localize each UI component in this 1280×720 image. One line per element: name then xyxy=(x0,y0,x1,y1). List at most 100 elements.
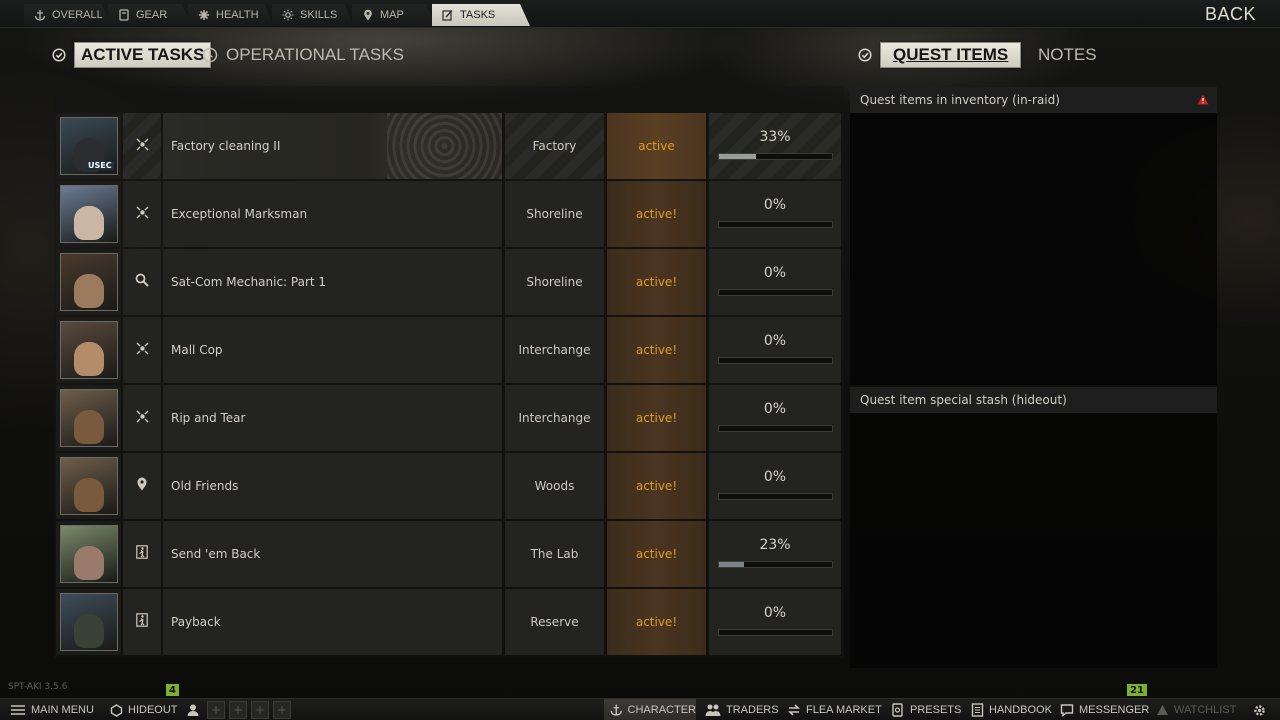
handbook-label: HANDBOOK xyxy=(989,704,1052,716)
task-name: Factory cleaning II xyxy=(171,139,281,153)
task-progress-bar xyxy=(717,357,833,364)
plus-icon: + xyxy=(210,703,222,717)
exchange-icon xyxy=(788,704,800,716)
presets-label: PRESETS xyxy=(910,704,962,716)
task-status: active! xyxy=(635,207,678,221)
task-location: Interchange xyxy=(518,343,591,357)
tab-operational-tasks[interactable]: OPERATIONAL TASKS xyxy=(202,42,404,68)
task-row[interactable]: Mall Cop Interchange active! 0% xyxy=(56,317,844,383)
trader-portrait-cell xyxy=(56,317,121,383)
plus-icon: + xyxy=(232,703,244,717)
task-location-cell: The Lab xyxy=(505,521,604,587)
plus-icon: + xyxy=(276,703,288,717)
task-row[interactable]: Send 'em Back The Lab active! 23% xyxy=(56,521,844,587)
tab-notes[interactable]: NOTES xyxy=(1038,42,1097,68)
presets-button[interactable]: PRESETS xyxy=(891,699,961,720)
task-progress-cell: 0% xyxy=(709,385,841,451)
task-progress-bar xyxy=(717,221,833,228)
task-status-cell: active! xyxy=(607,521,706,587)
task-row[interactable]: Exceptional Marksman Shoreline active! 0… xyxy=(56,181,844,247)
task-row[interactable]: Payback Reserve active! 0% xyxy=(56,589,844,655)
settings-button[interactable] xyxy=(1252,699,1267,720)
tab-gear[interactable]: GEAR xyxy=(108,4,192,26)
task-name-cell: Send 'em Back xyxy=(163,521,502,587)
quick-slot[interactable]: + xyxy=(229,701,247,719)
trader-portrait-cell xyxy=(56,453,121,519)
task-progress-bar xyxy=(717,629,833,636)
task-status: active! xyxy=(635,275,678,289)
operational-tasks-label: OPERATIONAL TASKS xyxy=(226,45,404,64)
tab-label: OVERALL xyxy=(52,9,103,21)
task-location: The Lab xyxy=(530,547,579,561)
trader-portrait-cell xyxy=(56,589,121,655)
flea-market-button[interactable]: FLEA MARKET xyxy=(787,699,882,720)
tab-label: SKILLS xyxy=(300,9,338,21)
quest-stash-grid[interactable] xyxy=(850,413,1217,668)
task-type-cell xyxy=(123,181,161,247)
task-progress-cell: 0% xyxy=(709,589,841,655)
task-progress-cell: 0% xyxy=(709,453,841,519)
tab-overall[interactable]: OVERALL xyxy=(24,4,112,26)
trader-portrait-cell xyxy=(56,385,121,451)
quest-inventory-title: Quest items in inventory (in-raid) xyxy=(860,93,1060,107)
trader-face xyxy=(73,478,104,512)
quick-slot[interactable]: + xyxy=(251,701,269,719)
handbook-button[interactable]: HANDBOOK xyxy=(971,699,1052,720)
hideout-button[interactable]: HIDEOUT xyxy=(110,699,178,720)
messenger-button[interactable]: MESSENGER xyxy=(1060,699,1149,720)
task-row[interactable]: Factory cleaning II Factory active 33% U… xyxy=(56,113,844,179)
tab-label: MAP xyxy=(380,9,404,21)
target-icon xyxy=(136,410,149,427)
task-status-cell: active! xyxy=(607,317,706,383)
tab-quest-items[interactable]: QUEST ITEMS xyxy=(858,42,1022,68)
task-status-cell: active! xyxy=(607,385,706,451)
task-name: Send 'em Back xyxy=(171,547,261,561)
trader-portrait-cell xyxy=(56,249,121,315)
character-button[interactable]: CHARACTER xyxy=(604,699,696,720)
task-name-cell: Exceptional Marksman xyxy=(163,181,502,247)
quest-inventory-grid[interactable] xyxy=(850,113,1217,385)
back-button[interactable]: BACK xyxy=(1205,4,1256,25)
tab-skills[interactable]: SKILLS xyxy=(272,4,354,26)
task-type-cell xyxy=(123,317,161,383)
search-icon xyxy=(135,273,149,291)
quick-slot[interactable]: + xyxy=(207,701,225,719)
trader-portrait-cell xyxy=(56,521,121,587)
presets-icon xyxy=(892,703,903,717)
tab-health[interactable]: HEALTH xyxy=(188,4,274,26)
task-row[interactable]: Rip and Tear Interchange active! 0% xyxy=(56,385,844,451)
task-progress-label: 0% xyxy=(763,401,787,417)
traders-button[interactable]: TRADERS xyxy=(705,699,779,720)
quest-stash-header: Quest item special stash (hideout) xyxy=(850,387,1217,413)
task-row[interactable]: Old Friends Woods active! 0% xyxy=(56,453,844,519)
plus-icon: + xyxy=(254,703,266,717)
trader-avatar xyxy=(59,321,118,379)
trader-face xyxy=(73,614,104,648)
task-progress-cell: 0% xyxy=(709,317,841,383)
watchlist-button[interactable]: WATCHLIST xyxy=(1156,699,1236,720)
task-location: Factory xyxy=(532,139,577,153)
tab-label: TASKS xyxy=(460,9,496,21)
task-status: active! xyxy=(635,411,678,425)
task-progress-cell: 23% xyxy=(709,521,841,587)
task-row[interactable]: Sat-Com Mechanic: Part 1 Shoreline activ… xyxy=(56,249,844,315)
task-progress-label: 33% xyxy=(759,129,791,145)
trader-face xyxy=(73,342,104,376)
trader-avatar xyxy=(59,593,118,651)
tab-tasks[interactable]: TASKS xyxy=(432,4,530,26)
task-name-cell: Payback xyxy=(163,589,502,655)
check-circle-icon xyxy=(52,48,66,62)
main-menu-button[interactable]: MAIN MENU xyxy=(10,699,94,720)
task-progress-bar xyxy=(717,493,833,500)
quick-slot[interactable]: + xyxy=(273,701,291,719)
task-progress-label: 0% xyxy=(763,469,787,485)
tab-active-tasks[interactable]: ACTIVE TASKS xyxy=(52,42,212,68)
task-progress-bar xyxy=(717,561,833,568)
trader-face xyxy=(73,206,104,240)
task-name-cell: Mall Cop xyxy=(163,317,502,383)
profile-button[interactable] xyxy=(186,699,200,720)
task-location-cell: Interchange xyxy=(505,317,604,383)
trader-portrait-cell xyxy=(56,181,121,247)
faction-badge: USEC xyxy=(86,161,114,170)
tab-map[interactable]: MAP xyxy=(352,4,436,26)
